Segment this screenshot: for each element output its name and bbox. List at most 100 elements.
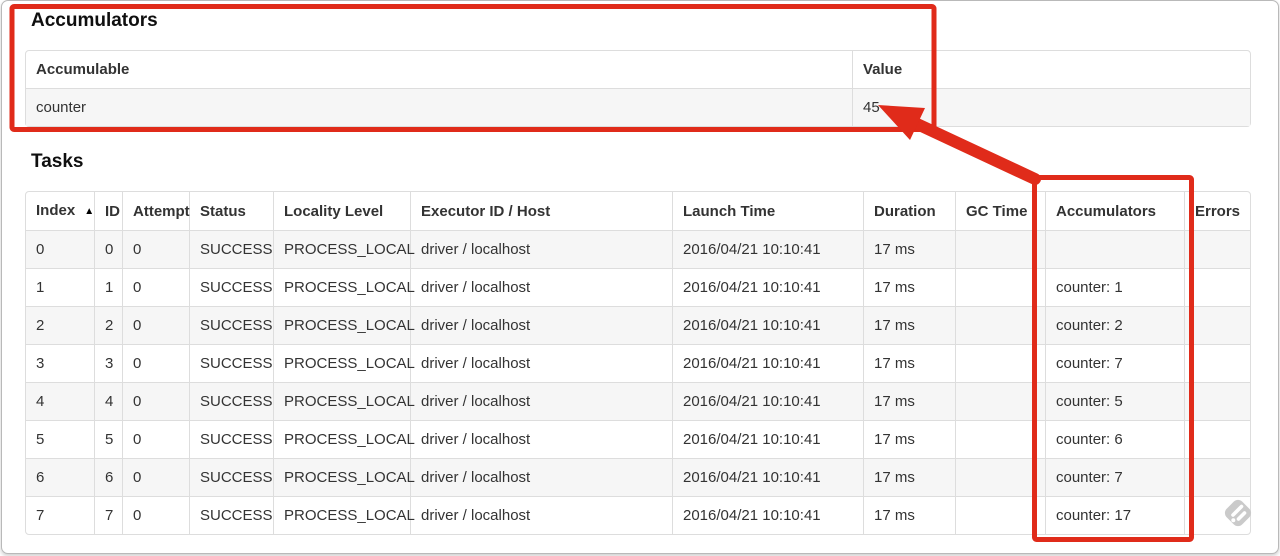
col-header-id[interactable]: ID (94, 192, 122, 230)
attempt-cell: 0 (122, 458, 189, 496)
col-header-label: Locality Level (284, 202, 384, 220)
locality_level-cell: PROCESS_LOCAL (273, 344, 415, 382)
status-cell: SUCCESS (189, 344, 273, 382)
gc_time-cell (955, 230, 1045, 268)
accumulators-cell: counter: 6 (1045, 420, 1184, 458)
col-header-executor_id_host[interactable]: Executor ID / Host (410, 192, 672, 230)
accumulable-cell: counter (26, 88, 852, 126)
gc_time-cell (955, 420, 1045, 458)
sort-ascending-icon: ▲ (84, 206, 95, 217)
col-header-label: Value (863, 61, 903, 78)
id-cell: 3 (94, 344, 122, 382)
table-row: 6 6 0 SUCCESS PROCESS_LOCAL driver / localhos… (26, 458, 1250, 496)
col-header-label: Index (36, 202, 76, 219)
col-header-errors[interactable]: Errors (1184, 192, 1250, 230)
col-header-duration[interactable]: Duration (863, 192, 955, 230)
index-cell: 7 (26, 496, 94, 534)
executor_id_host-cell: driver / localhost (410, 458, 672, 496)
gc_time-cell (955, 344, 1045, 382)
launch_time-cell: 2016/04/21 10:10:41 (672, 496, 863, 534)
accumulators-cell: counter: 1 (1045, 268, 1184, 306)
accumulators-cell: counter: 7 (1045, 344, 1184, 382)
attempt-cell: 0 (122, 420, 189, 458)
annotation-arrow-tail (909, 117, 1041, 185)
tasks-section-title: Tasks (31, 151, 84, 172)
table-row: 0 0 0 SUCCESS PROCESS_LOCAL driver / localhos… (26, 230, 1250, 268)
accumulators-section-title: Accumulators (31, 10, 158, 31)
watermark-pencil-dot (1231, 518, 1236, 523)
status-cell: SUCCESS (189, 382, 273, 420)
col-header-status[interactable]: Status (189, 192, 273, 230)
attempt-cell: 0 (122, 268, 189, 306)
tasks-table: Index ▲ ID Attempt Status Locality Level Execu… (25, 191, 1251, 535)
header-row: Accumulable Value (26, 51, 1250, 88)
col-header-label: Attempt (133, 202, 190, 220)
table-row: 7 7 0 SUCCESS PROCESS_LOCAL driver / localhos… (26, 496, 1250, 534)
table-row: counter 45 (26, 88, 1250, 126)
executor_id_host-cell: driver / localhost (410, 230, 672, 268)
col-header-value: Value (852, 51, 1250, 88)
watermark-diamond (1224, 499, 1252, 527)
attempt-cell: 0 (122, 496, 189, 534)
executor_id_host-cell: driver / localhost (410, 306, 672, 344)
col-header-attempt[interactable]: Attempt (122, 192, 190, 230)
tasks-table-body: 0 0 0 SUCCESS PROCESS_LOCAL driver / localhos… (26, 230, 1250, 534)
gc_time-cell (955, 458, 1045, 496)
executor_id_host-cell: driver / localhost (410, 344, 672, 382)
errors-cell (1184, 306, 1250, 344)
status-cell: SUCCESS (189, 230, 273, 268)
id-cell: 6 (94, 458, 122, 496)
table-row: 4 4 0 SUCCESS PROCESS_LOCAL driver / localhos… (26, 382, 1250, 420)
errors-cell (1184, 230, 1250, 268)
header-row: Index ▲ ID Attempt Status Locality Level Execu… (26, 192, 1250, 230)
locality_level-cell: PROCESS_LOCAL (273, 420, 415, 458)
col-header-label: ID (105, 202, 120, 220)
gc_time-cell (955, 306, 1045, 344)
index-cell: 3 (26, 344, 94, 382)
value-cell: 45 (852, 88, 1250, 126)
col-header-label: Status (200, 202, 246, 220)
attempt-cell: 0 (122, 344, 189, 382)
duration-cell: 17 ms (863, 306, 955, 344)
launch_time-cell: 2016/04/21 10:10:41 (672, 306, 863, 344)
accumulators-table-head: Accumulable Value (26, 51, 1250, 88)
id-cell: 0 (94, 230, 122, 268)
col-header-launch_time[interactable]: Launch Time (672, 192, 863, 230)
table-row: 1 1 0 SUCCESS PROCESS_LOCAL driver / localhos… (26, 268, 1250, 306)
gc_time-cell (955, 382, 1045, 420)
col-header-locality_level[interactable]: Locality Level (273, 192, 410, 230)
col-header-accumulators[interactable]: Accumulators (1045, 192, 1184, 230)
gc_time-cell (955, 496, 1045, 534)
col-header-label: Launch Time (683, 202, 776, 220)
id-cell: 5 (94, 420, 122, 458)
table-row: 5 5 0 SUCCESS PROCESS_LOCAL driver / localhos… (26, 420, 1250, 458)
status-cell: SUCCESS (189, 268, 273, 306)
table-row: 3 3 0 SUCCESS PROCESS_LOCAL driver / localhos… (26, 344, 1250, 382)
launch_time-cell: 2016/04/21 10:10:41 (672, 344, 863, 382)
locality_level-cell: PROCESS_LOCAL (273, 306, 415, 344)
launch_time-cell: 2016/04/21 10:10:41 (672, 268, 863, 306)
status-cell: SUCCESS (189, 458, 273, 496)
executor_id_host-cell: driver / localhost (410, 496, 672, 534)
attempt-cell: 0 (122, 230, 189, 268)
skitch-watermark-icon (1224, 499, 1252, 527)
index-cell: 5 (26, 420, 94, 458)
accumulators-cell: counter: 5 (1045, 382, 1184, 420)
col-header-index[interactable]: Index ▲ (26, 192, 94, 230)
duration-cell: 17 ms (863, 420, 955, 458)
index-cell: 0 (26, 230, 94, 268)
col-header-label: Errors (1195, 202, 1241, 220)
id-cell: 2 (94, 306, 122, 344)
launch_time-cell: 2016/04/21 10:10:41 (672, 458, 863, 496)
col-header-label: Duration (874, 202, 936, 220)
errors-cell (1184, 344, 1250, 382)
duration-cell: 17 ms (863, 344, 955, 382)
id-cell: 4 (94, 382, 122, 420)
accumulators-table-body: counter 45 (26, 88, 1250, 126)
table-row: 2 2 0 SUCCESS PROCESS_LOCAL driver / localhos… (26, 306, 1250, 344)
index-cell: 1 (26, 268, 94, 306)
tasks-table-head: Index ▲ ID Attempt Status Locality Level Execu… (26, 192, 1250, 230)
col-header-label: Accumulable (36, 61, 130, 78)
errors-cell (1184, 458, 1250, 496)
col-header-gc_time[interactable]: GC Time (955, 192, 1045, 230)
